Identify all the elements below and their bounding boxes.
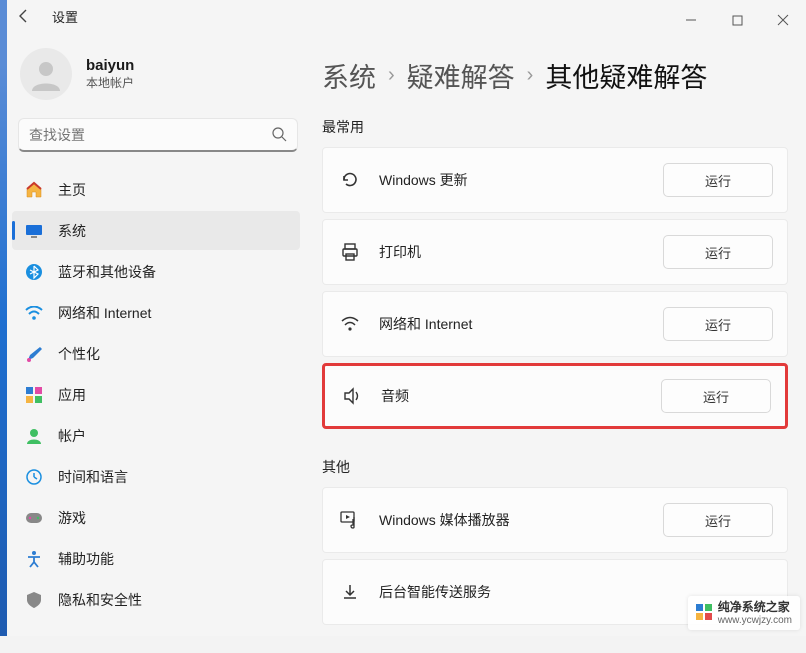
watermark-url: www.ycwjzy.com — [718, 615, 792, 626]
person-icon — [29, 57, 63, 91]
sidebar-item-network[interactable]: 网络和 Internet — [12, 293, 300, 332]
troubleshooter-media-player: Windows 媒体播放器 运行 — [322, 487, 788, 553]
titlebar: 设置 — [0, 0, 806, 32]
user-info: baiyun 本地帐户 — [86, 56, 134, 91]
breadcrumb-system[interactable]: 系统 — [322, 56, 376, 95]
sidebar-item-personalization[interactable]: 个性化 — [12, 334, 300, 373]
sidebar-item-accessibility[interactable]: 辅助功能 — [12, 539, 300, 578]
refresh-icon — [339, 169, 361, 191]
close-button[interactable] — [760, 0, 806, 40]
user-block[interactable]: baiyun 本地帐户 — [0, 44, 310, 118]
section-frequent: 最常用 Windows 更新 运行 打印机 运行 网络和 Internet — [322, 117, 798, 429]
sidebar-item-label: 隐私和安全性 — [58, 590, 142, 610]
gamepad-icon — [24, 508, 44, 528]
breadcrumb-other-troubleshooters: 其他疑难解答 — [545, 56, 707, 95]
watermark-brand: 纯净系统之家 — [718, 598, 792, 615]
sidebar-item-label: 个性化 — [58, 344, 100, 364]
window-body: baiyun 本地帐户 主页 系统 蓝牙和其他设备 — [0, 32, 806, 653]
chevron-right-icon: › — [527, 64, 534, 87]
troubleshooter-windows-update: Windows 更新 运行 — [322, 147, 788, 213]
accessibility-icon — [24, 549, 44, 569]
windows-logo-icon — [696, 604, 712, 620]
run-button[interactable]: 运行 — [661, 379, 771, 413]
back-button[interactable] — [8, 0, 40, 32]
breadcrumb-troubleshoot[interactable]: 疑难解答 — [407, 56, 515, 95]
chevron-right-icon: › — [388, 64, 395, 87]
troubleshooter-label: 音频 — [381, 386, 643, 406]
back-arrow-icon — [16, 8, 32, 24]
shield-icon — [24, 590, 44, 610]
watermark-text: 纯净系统之家 www.ycwjzy.com — [718, 598, 792, 626]
sidebar-item-system[interactable]: 系统 — [12, 211, 300, 250]
monitor-icon — [24, 221, 44, 241]
troubleshooter-label: 打印机 — [379, 242, 645, 262]
sidebar-item-home[interactable]: 主页 — [12, 170, 300, 209]
home-icon — [24, 180, 44, 200]
apps-icon — [24, 385, 44, 405]
sidebar-item-accounts[interactable]: 帐户 — [12, 416, 300, 455]
speaker-icon — [341, 385, 363, 407]
brush-icon — [24, 344, 44, 364]
main-panel: 系统 › 疑难解答 › 其他疑难解答 最常用 Windows 更新 运行 打印机 — [310, 32, 806, 653]
close-icon — [777, 14, 789, 26]
section-title-other: 其他 — [322, 457, 798, 477]
search-input[interactable] — [29, 127, 272, 143]
sidebar-item-label: 时间和语言 — [58, 467, 128, 487]
wifi-icon — [339, 313, 361, 335]
media-icon — [339, 509, 361, 531]
troubleshooter-audio: 音频 运行 — [322, 363, 788, 429]
minimize-icon — [685, 14, 697, 26]
settings-window: 设置 baiyun 本地帐户 — [0, 0, 806, 636]
sidebar-item-apps[interactable]: 应用 — [12, 375, 300, 414]
window-title: 设置 — [52, 7, 78, 26]
maximize-button[interactable] — [714, 0, 760, 40]
search-icon — [272, 127, 287, 142]
sidebar-item-label: 网络和 Internet — [58, 303, 151, 323]
sidebar: baiyun 本地帐户 主页 系统 蓝牙和其他设备 — [0, 32, 310, 653]
person-icon — [24, 426, 44, 446]
breadcrumb: 系统 › 疑难解答 › 其他疑难解答 — [322, 56, 798, 95]
sidebar-item-label: 帐户 — [58, 426, 86, 446]
run-button[interactable]: 运行 — [663, 163, 773, 197]
download-icon — [339, 581, 361, 603]
sidebar-item-time-language[interactable]: 时间和语言 — [12, 457, 300, 496]
window-controls — [668, 0, 806, 40]
sidebar-item-label: 主页 — [58, 180, 86, 200]
troubleshooter-network: 网络和 Internet 运行 — [322, 291, 788, 357]
wifi-icon — [24, 303, 44, 323]
troubleshooter-label: 网络和 Internet — [379, 314, 645, 334]
run-button[interactable]: 运行 — [663, 235, 773, 269]
run-button[interactable]: 运行 — [663, 307, 773, 341]
sidebar-item-label: 系统 — [58, 221, 86, 241]
window-left-accent — [0, 0, 7, 636]
sidebar-item-gaming[interactable]: 游戏 — [12, 498, 300, 537]
sidebar-item-label: 应用 — [58, 385, 86, 405]
troubleshooter-printer: 打印机 运行 — [322, 219, 788, 285]
printer-icon — [339, 241, 361, 263]
search-box[interactable] — [18, 118, 298, 152]
frequent-list: Windows 更新 运行 打印机 运行 网络和 Internet 运行 — [322, 147, 798, 429]
bluetooth-icon — [24, 262, 44, 282]
run-button[interactable]: 运行 — [663, 503, 773, 537]
section-title-frequent: 最常用 — [322, 117, 798, 137]
avatar — [20, 48, 72, 100]
watermark: 纯净系统之家 www.ycwjzy.com — [688, 596, 800, 630]
troubleshooter-label: Windows 更新 — [379, 170, 645, 190]
sidebar-item-bluetooth[interactable]: 蓝牙和其他设备 — [12, 252, 300, 291]
sidebar-item-label: 辅助功能 — [58, 549, 114, 569]
minimize-button[interactable] — [668, 0, 714, 40]
sidebar-item-privacy[interactable]: 隐私和安全性 — [12, 580, 300, 619]
globe-clock-icon — [24, 467, 44, 487]
sidebar-item-label: 蓝牙和其他设备 — [58, 262, 156, 282]
user-name: baiyun — [86, 56, 134, 76]
maximize-icon — [732, 15, 743, 26]
sidebar-nav: 主页 系统 蓝牙和其他设备 网络和 Internet 个性化 — [0, 170, 310, 619]
user-subtitle: 本地帐户 — [86, 76, 134, 92]
sidebar-item-label: 游戏 — [58, 508, 86, 528]
troubleshooter-label: Windows 媒体播放器 — [379, 510, 645, 530]
